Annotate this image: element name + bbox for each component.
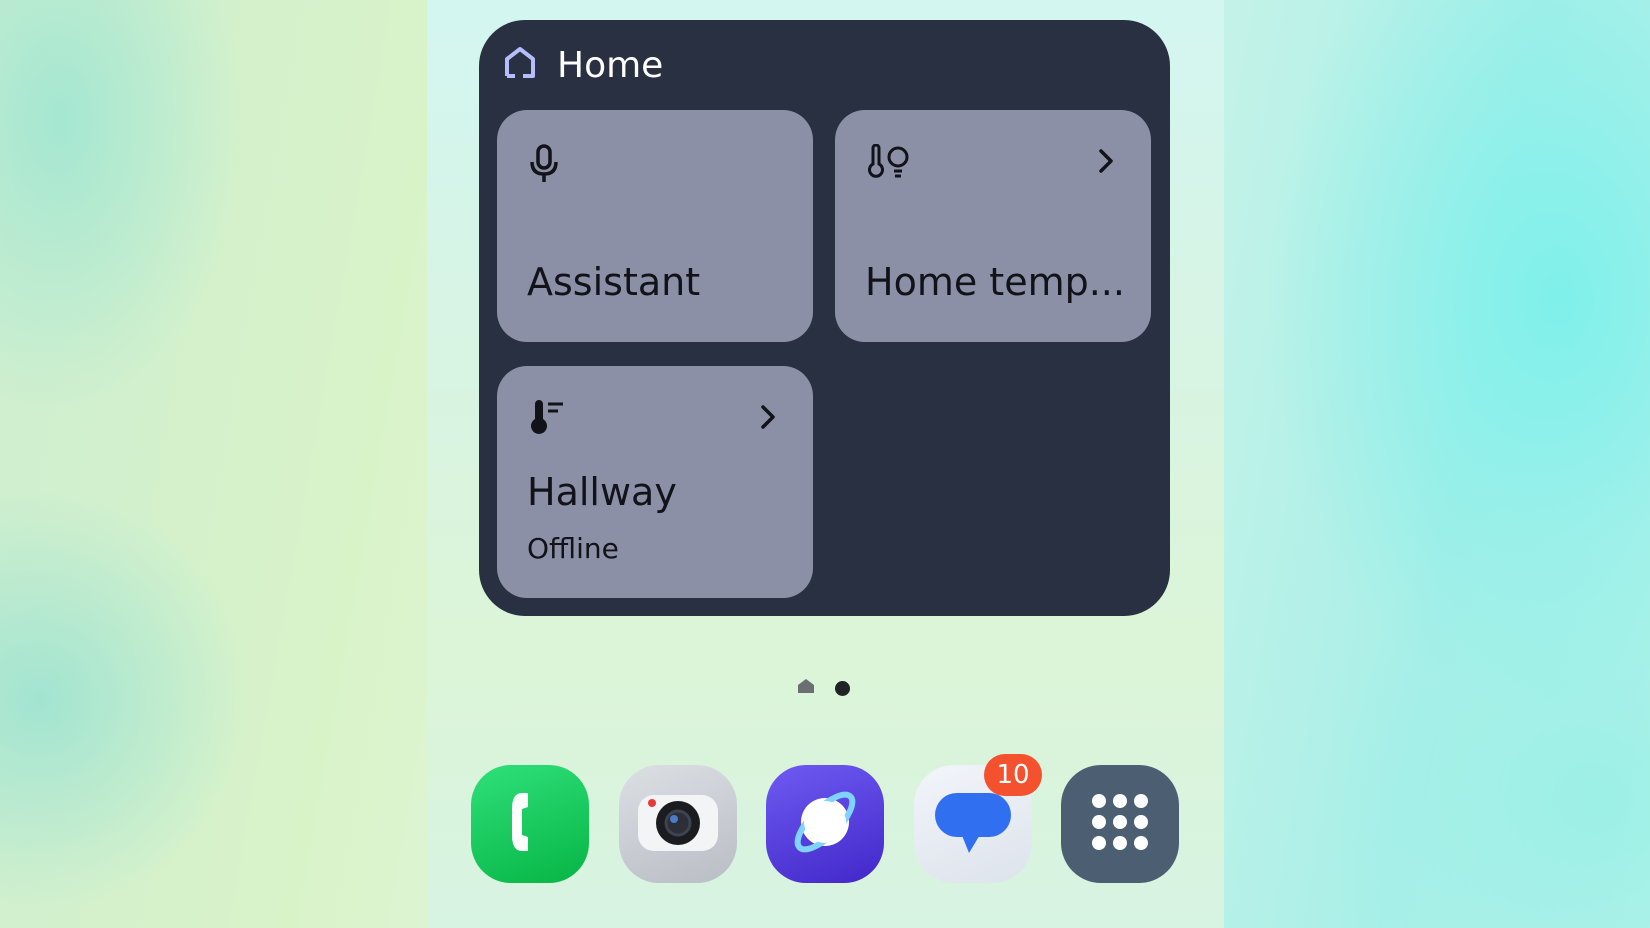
tile-label: Hallway xyxy=(527,470,677,514)
widget-title: Home xyxy=(557,44,664,86)
notification-badge: 10 xyxy=(984,754,1042,796)
chevron-right-icon xyxy=(759,404,777,434)
home-widget: Home Assistant Home temp... Hallway Offl… xyxy=(479,20,1170,616)
dock-camera[interactable] xyxy=(619,765,737,883)
home-page-indicator-icon[interactable] xyxy=(797,678,815,698)
tile-status: Offline xyxy=(527,532,619,565)
home-icon xyxy=(503,46,537,84)
tile-label: Assistant xyxy=(527,260,701,304)
thermometer-icon xyxy=(527,400,567,440)
tile-assistant[interactable]: Assistant xyxy=(497,110,813,342)
planet-icon xyxy=(783,780,867,868)
dock-internet[interactable] xyxy=(766,765,884,883)
tile-hallway[interactable]: Hallway Offline xyxy=(497,366,813,598)
page-dot[interactable] xyxy=(835,680,850,696)
chevron-right-icon xyxy=(1097,148,1115,178)
tile-label: Home temp... xyxy=(865,260,1125,304)
chat-bubble-icon xyxy=(931,787,1015,861)
tile-home-temp[interactable]: Home temp... xyxy=(835,110,1151,342)
grid-icon xyxy=(1087,789,1153,859)
dock-apps[interactable] xyxy=(1061,765,1179,883)
microphone-icon xyxy=(527,144,561,188)
dock-phone[interactable] xyxy=(471,765,589,883)
widget-header[interactable]: Home xyxy=(503,42,663,88)
phone-icon xyxy=(500,787,560,861)
page-indicators[interactable] xyxy=(797,678,850,698)
thermometer-bulb-icon xyxy=(865,143,913,184)
camera-icon xyxy=(636,787,720,861)
